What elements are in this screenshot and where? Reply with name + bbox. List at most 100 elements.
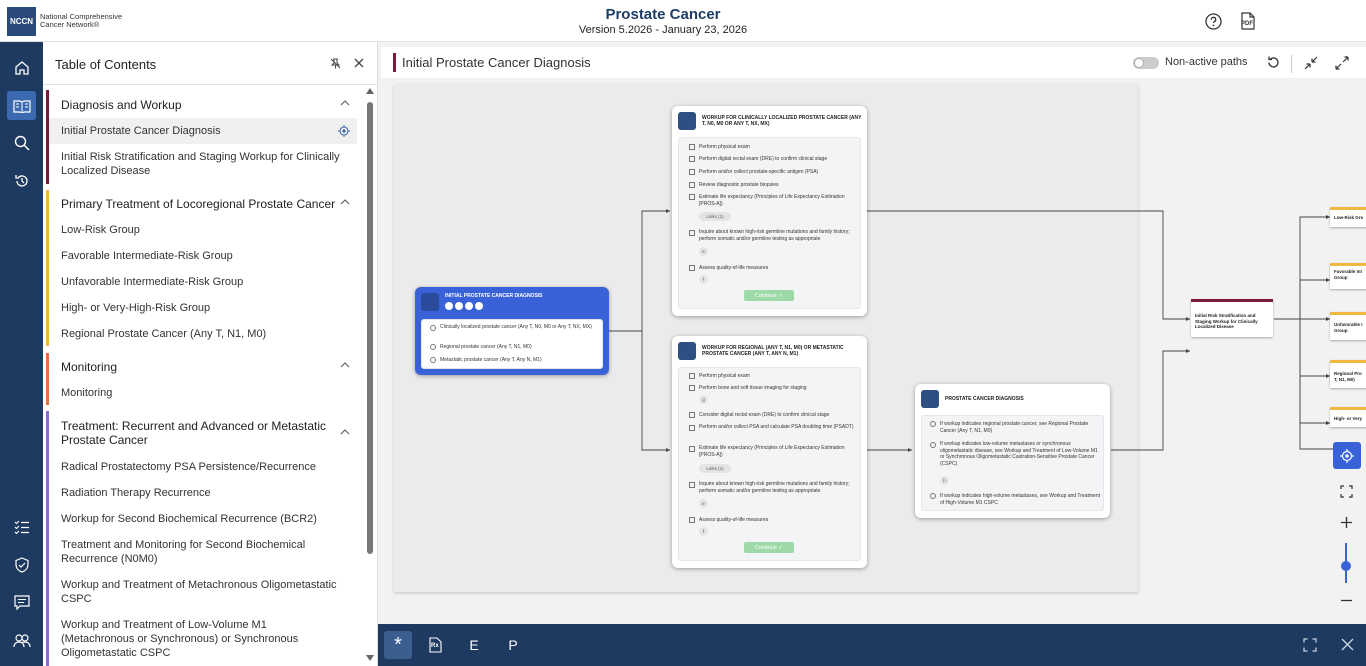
toc-item-rp-persistence[interactable]: Radical Prostatectomy PSA Persistence/Re…: [61, 460, 341, 474]
footnote-chip[interactable]: h: [940, 476, 949, 485]
checklist-item: Estimate life expectancy (Principles of …: [699, 445, 845, 458]
e-button[interactable]: E: [460, 631, 488, 659]
rx-button[interactable]: Rx: [422, 631, 450, 659]
chevron-up-icon[interactable]: [340, 199, 350, 205]
unpin-icon[interactable]: [330, 58, 341, 69]
radio-button[interactable]: [930, 442, 936, 448]
footnote-chip[interactable]: e: [699, 499, 708, 508]
regional-node[interactable]: Regional Pro T, N1, M0): [1330, 360, 1366, 388]
continue-button[interactable]: Continue ✓: [744, 290, 794, 301]
home-icon[interactable]: [7, 53, 36, 82]
locate-icon[interactable]: [338, 125, 350, 137]
footnote-chip[interactable]: e: [699, 247, 708, 256]
close-icon[interactable]: [1341, 638, 1354, 651]
toc-section-primary-treatment[interactable]: Primary Treatment of Locoregional Prosta…: [61, 197, 335, 211]
checkbox[interactable]: [689, 194, 695, 200]
unfavorable-node[interactable]: Unfavorable I Group: [1330, 312, 1366, 340]
chevron-up-icon[interactable]: [340, 100, 350, 106]
scrollbar-thumb[interactable]: [367, 102, 373, 554]
zoom-slider-handle[interactable]: [1341, 561, 1351, 571]
toc-item-favorable-intermediate[interactable]: Favorable Intermediate-Risk Group: [61, 249, 341, 263]
toc-item-initial-diagnosis[interactable]: Initial Prostate Cancer Diagnosis: [61, 124, 341, 138]
locate-button[interactable]: [1333, 442, 1361, 469]
stethoscope-icon: [678, 112, 696, 130]
links-chip[interactable]: Links (1): [699, 464, 731, 473]
guideline-version: Version 5.2026 - January 23, 2026: [578, 24, 748, 36]
option-label: Metastatic prostate cancer (Any T, Any N…: [440, 357, 542, 363]
toc-item-bcr2-treatment[interactable]: Treatment and Monitoring for Second Bioc…: [61, 538, 323, 566]
checkbox[interactable]: [689, 517, 695, 523]
checkbox[interactable]: [689, 425, 695, 431]
toc-panel: Table of Contents Diagnosis and Workup I…: [43, 42, 378, 666]
asterisk-button[interactable]: *: [384, 631, 412, 659]
toc-item-unfavorable-intermediate[interactable]: Unfavorable Intermediate-Risk Group: [61, 275, 341, 289]
footnote-chip[interactable]: g: [699, 395, 708, 404]
low-risk-node[interactable]: Low-Risk Gro: [1330, 207, 1366, 227]
checkbox[interactable]: [689, 482, 695, 488]
guideline-title: Prostate Cancer: [605, 6, 721, 23]
shield-icon[interactable]: [7, 550, 36, 579]
toc-item-low-volume-m1[interactable]: Workup and Treatment of Low-Volume M1 (M…: [61, 618, 323, 660]
radio-button[interactable]: [930, 493, 936, 499]
help-icon[interactable]: [1205, 13, 1222, 30]
close-icon[interactable]: [354, 58, 364, 68]
checkbox[interactable]: [689, 412, 695, 418]
checkbox[interactable]: [689, 446, 695, 452]
toc-item-bcr2-workup[interactable]: Workup for Second Biochemical Recurrence…: [61, 512, 341, 526]
radio-button[interactable]: [430, 325, 436, 331]
radio-button[interactable]: [430, 344, 436, 350]
toc-section-recurrent[interactable]: Treatment: Recurrent and Advanced or Met…: [61, 419, 333, 447]
radio-button[interactable]: [930, 421, 936, 427]
checkbox[interactable]: [689, 169, 695, 175]
footnote-chip[interactable]: f: [699, 275, 708, 284]
checklist-icon[interactable]: [7, 512, 36, 541]
high-risk-node[interactable]: High- or Very: [1330, 407, 1366, 427]
checkbox[interactable]: [689, 182, 695, 188]
initial-diagnosis-node[interactable]: Initial Prostate Cancer Diagnosis Clinic…: [415, 287, 609, 375]
zoom-out-icon[interactable]: [1340, 594, 1353, 607]
chevron-up-icon[interactable]: [340, 429, 350, 435]
option-label: If workup indicates low-volume metastase…: [940, 441, 1098, 467]
book-icon[interactable]: [7, 91, 36, 120]
continue-button[interactable]: Continue ✓: [744, 542, 794, 553]
fullscreen-icon[interactable]: [1303, 638, 1317, 652]
checkbox[interactable]: [689, 230, 695, 236]
checkbox[interactable]: [689, 144, 695, 150]
checkbox[interactable]: [689, 156, 695, 162]
p-button[interactable]: P: [499, 631, 527, 659]
workup-localized-node[interactable]: Workup for Clinically Localized Prostate…: [672, 106, 867, 316]
toc-item-low-risk[interactable]: Low-Risk Group: [61, 223, 341, 237]
checklist-item: Perform bone and soft tissue imaging for…: [699, 385, 807, 391]
radio-button[interactable]: [430, 357, 436, 363]
scroll-up-icon[interactable]: [366, 88, 374, 94]
zoom-in-icon[interactable]: [1340, 516, 1353, 529]
section-color-bar: [46, 90, 49, 184]
prostate-diagnosis-node[interactable]: Prostate Cancer Diagnosis If workup indi…: [915, 384, 1110, 518]
toc-item-high-risk[interactable]: High- or Very-High-Risk Group: [61, 301, 341, 315]
options-box: Clinically localized prostate cancer (An…: [421, 319, 603, 369]
toc-item-metachronous[interactable]: Workup and Treatment of Metachronous Oli…: [61, 578, 351, 606]
feedback-icon[interactable]: [7, 588, 36, 617]
checklist-icon: [921, 390, 939, 408]
fit-screen-icon[interactable]: [1340, 485, 1353, 498]
toc-item-rt-recurrence[interactable]: Radiation Therapy Recurrence: [61, 486, 341, 500]
checkbox[interactable]: [689, 385, 695, 391]
toc-section-diagnosis[interactable]: Diagnosis and Workup: [61, 98, 182, 112]
favorable-node[interactable]: Favorable Int Group: [1330, 263, 1366, 289]
chevron-up-icon[interactable]: [340, 362, 350, 368]
scroll-down-icon[interactable]: [366, 655, 374, 661]
checkbox[interactable]: [689, 265, 695, 271]
toc-item-monitoring[interactable]: Monitoring: [61, 386, 341, 400]
toc-item-risk-stratification[interactable]: Initial Risk Stratification and Staging …: [61, 150, 341, 178]
workup-regional-node[interactable]: Workup for Regional (Any T, N1, M0) or M…: [672, 336, 867, 568]
search-icon[interactable]: [7, 128, 36, 157]
history-icon[interactable]: [7, 166, 36, 195]
users-icon[interactable]: [7, 626, 36, 655]
checkbox[interactable]: [689, 373, 695, 379]
asterisk-label: *: [394, 633, 402, 656]
toc-section-monitoring[interactable]: Monitoring: [61, 360, 117, 374]
footnote-chip[interactable]: f: [699, 527, 708, 536]
risk-stratification-node[interactable]: Initial Risk Stratification and Staging …: [1191, 299, 1273, 337]
toc-item-regional[interactable]: Regional Prostate Cancer (Any T, N1, M0): [61, 327, 341, 341]
links-chip[interactable]: Links (1): [699, 212, 731, 221]
